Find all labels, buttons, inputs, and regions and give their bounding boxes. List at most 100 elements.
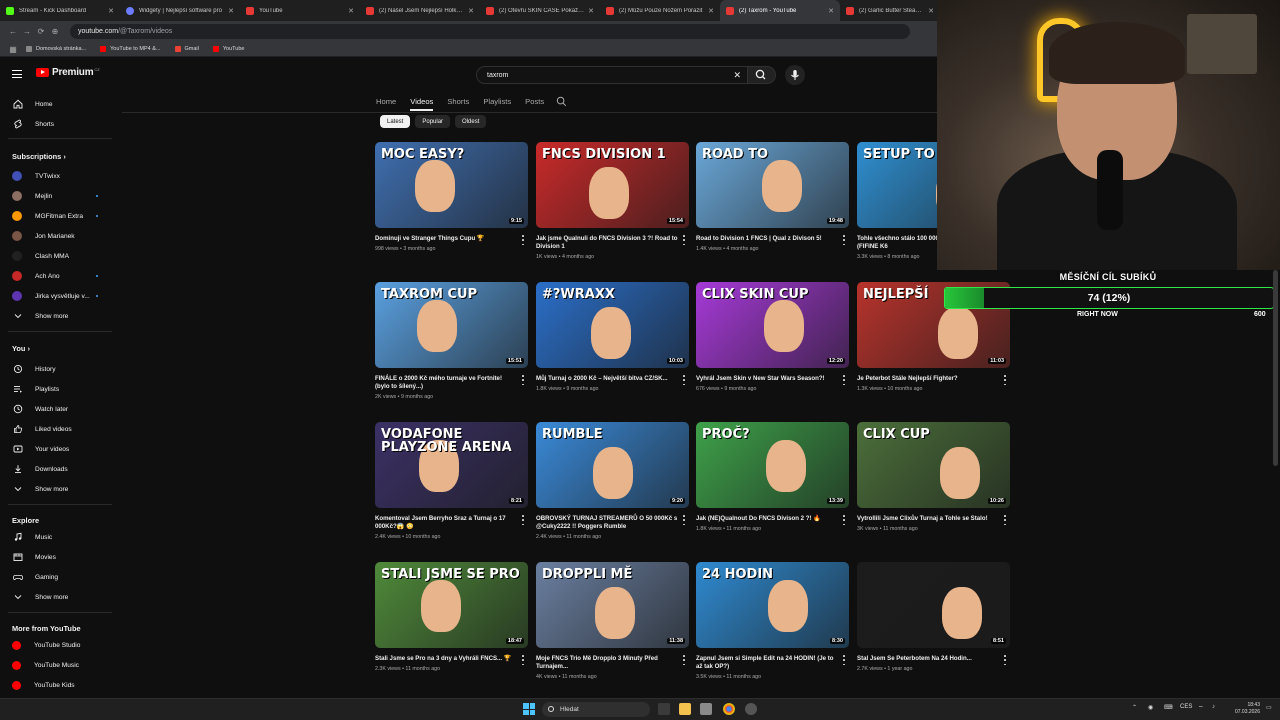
video-thumbnail[interactable]: STALI JSME SE PRO 18:47 — [375, 562, 528, 648]
clear-search-icon[interactable]: ✕ — [733, 70, 741, 81]
video-title[interactable]: Jak (NE)Qualnout Do FNCS Divison 2 ?! 🔥 — [696, 515, 838, 523]
browser-tab[interactable]: (2) Našel Jsem Nejlepší Holku v ✕ — [360, 0, 480, 21]
search-button[interactable] — [748, 66, 776, 84]
chip-oldest[interactable]: Oldest — [455, 115, 487, 128]
page-scrollbar[interactable] — [1273, 270, 1278, 466]
video-title[interactable]: Stali Jsme se Pro na 3 dny a Vyhráli FNC… — [375, 655, 517, 663]
video-title[interactable]: Jak jsme Qualnuli do FNCS Division 3 ?! … — [536, 235, 678, 251]
sidebar-item-shorts[interactable]: Shorts — [0, 115, 114, 133]
sidebar-item-gaming[interactable]: Gaming — [0, 568, 114, 586]
close-tab-icon[interactable]: ✕ — [708, 7, 714, 15]
youtube-logo[interactable]: Premium CZ — [36, 67, 100, 78]
more-options-icon[interactable] — [521, 515, 525, 525]
chevron-up-icon[interactable]: ⌃ — [1132, 704, 1137, 711]
store-icon[interactable] — [700, 703, 712, 715]
video-thumbnail[interactable]: DROPPLI MĚ 11:38 — [536, 562, 689, 648]
sidebar-item-youtube-music[interactable]: YouTube Music — [0, 656, 114, 674]
browser-tab[interactable]: Stream - Kick Dashboard ✕ — [0, 0, 120, 21]
tab-home[interactable]: Home — [376, 97, 396, 106]
subscription-item[interactable]: MGFitman Extra — [0, 207, 114, 225]
subscription-item[interactable]: Jirka vysvětluje v... — [0, 287, 114, 305]
you-heading[interactable]: You › — [12, 344, 30, 353]
site-info-icon[interactable]: ⊕ — [48, 27, 62, 36]
more-options-icon[interactable] — [521, 375, 525, 385]
tab-videos[interactable]: Videos — [410, 97, 434, 111]
close-tab-icon[interactable]: ✕ — [348, 7, 354, 15]
sidebar-item-home[interactable]: Home — [0, 95, 114, 113]
browser-tab[interactable]: (2) Garlic Butter Steaks an ✕ — [840, 0, 940, 21]
video-thumbnail[interactable]: RUMBLE 9:20 — [536, 422, 689, 508]
video-thumbnail[interactable]: VODAFONE PLAYZONE ARENA 8:21 — [375, 422, 528, 508]
browser-tab[interactable]: (2) Otevřu SKIN CASE Pokaždé ✕ — [480, 0, 600, 21]
video-card[interactable]: PROČ? 13:39 Jak (NE)Qualnout Do FNCS Divis… — [696, 422, 849, 532]
video-card[interactable]: 24 HODIN 8:30 Zapnul Jsem si Simple Edit n… — [696, 562, 849, 680]
chip-latest[interactable]: Latest — [380, 115, 411, 128]
bookmark-home[interactable]: Domovská stránka... — [26, 46, 86, 52]
you-show-more[interactable]: Show more — [0, 480, 114, 498]
video-card[interactable]: TAXROM CUP 15:51 FINÁLE o 2000 Kč mého tur… — [375, 282, 528, 400]
sidebar-item-your-videos[interactable]: Your videos — [0, 440, 114, 458]
subscription-item[interactable]: Ach Ano — [0, 267, 114, 285]
more-options-icon[interactable] — [682, 515, 686, 525]
close-tab-icon[interactable]: ✕ — [108, 7, 114, 15]
windows-start-icon[interactable] — [523, 703, 535, 715]
chrome-icon[interactable] — [723, 703, 735, 715]
clock[interactable]: 18:43 07.03.2026 — [1230, 702, 1260, 715]
close-tab-icon[interactable]: ✕ — [468, 7, 474, 15]
close-tab-icon[interactable]: ✕ — [828, 7, 834, 15]
video-thumbnail[interactable]: #?WRAXX 10:03 — [536, 282, 689, 368]
settings-icon[interactable] — [745, 703, 757, 715]
search-input[interactable]: taxrom ✕ — [476, 66, 748, 84]
sidebar-item-history[interactable]: History — [0, 360, 114, 378]
more-options-icon[interactable] — [682, 235, 686, 245]
notifications-icon[interactable]: ▭ — [1266, 704, 1272, 711]
subscriptions-show-more[interactable]: Show more — [0, 307, 114, 325]
video-title[interactable]: Můj Turnaj o 2000 Kč – Největší bitva CZ… — [536, 375, 678, 383]
sidebar-item-playlists[interactable]: Playlists — [0, 380, 114, 398]
video-card[interactable]: FNCS DIVISION 1 15:54 Jak jsme Qualnuli do… — [536, 142, 689, 260]
network-icon[interactable]: ◉ — [1148, 704, 1153, 711]
more-options-icon[interactable] — [521, 235, 525, 245]
video-card[interactable]: RUMBLE 9:20 OBROVSKÝ TURNAJ STREAMERŮ O 50… — [536, 422, 689, 540]
url-field[interactable]: youtube.com/@Taxrom/videos — [70, 24, 910, 39]
language-indicator[interactable]: CES — [1180, 704, 1192, 710]
sidebar-item-youtube-kids[interactable]: YouTube Kids — [0, 676, 114, 694]
video-title[interactable]: Zapnul Jsem si Simple Edit na 24 HODIN! … — [696, 655, 838, 671]
forward-icon[interactable]: → — [20, 27, 34, 36]
menu-icon[interactable] — [12, 70, 22, 78]
sidebar-item-youtube-studio[interactable]: YouTube Studio — [0, 636, 114, 654]
chip-popular[interactable]: Popular — [415, 115, 451, 128]
video-title[interactable]: Vyhrál Jsem Skin v New Star Wars Season?… — [696, 375, 838, 383]
explore-show-more[interactable]: Show more — [0, 588, 114, 606]
more-options-icon[interactable] — [1003, 655, 1007, 665]
video-thumbnail[interactable]: FNCS DIVISION 1 15:54 — [536, 142, 689, 228]
sidebar-item-watch-later[interactable]: Watch later — [0, 400, 114, 418]
video-card[interactable]: DROPPLI MĚ 11:38 Moje FNCS Trio Mě Dropplo… — [536, 562, 689, 680]
subscriptions-heading[interactable]: Subscriptions › — [12, 152, 66, 161]
video-thumbnail[interactable]: ROAD TO 19:48 — [696, 142, 849, 228]
bookmark-gmail[interactable]: Gmail — [174, 46, 199, 52]
video-thumbnail[interactable]: 24 HODIN 8:30 — [696, 562, 849, 648]
video-thumbnail[interactable]: MOC EASY? 9:15 — [375, 142, 528, 228]
wifi-icon[interactable]: ⌔ — [1198, 704, 1204, 712]
back-icon[interactable]: ← — [6, 27, 20, 36]
video-card[interactable]: #?WRAXX 10:03 Můj Turnaj o 2000 Kč – Nejvě… — [536, 282, 689, 392]
video-title[interactable]: Road to Division 1 FNCS | Qual z Divison… — [696, 235, 838, 243]
subscription-item[interactable]: TVTwixx — [0, 167, 114, 185]
video-thumbnail[interactable]: PROČ? 13:39 — [696, 422, 849, 508]
browser-tab[interactable]: (2) Můžu Pouze Nožem Porazit ✕ — [600, 0, 720, 21]
video-card[interactable]: MOC EASY? 9:15 Dominuji ve Stranger Things… — [375, 142, 528, 252]
video-thumbnail[interactable]: 8:51 — [857, 562, 1010, 648]
more-options-icon[interactable] — [842, 515, 846, 525]
browser-tab[interactable]: Widgety | Nejlepší software pro ✕ — [120, 0, 240, 21]
video-title[interactable]: Moje FNCS Trio Mě Dropplo 3 Minuty Před … — [536, 655, 678, 671]
reload-icon[interactable]: ⟳ — [34, 27, 48, 36]
subscription-item[interactable]: Jon Marianek — [0, 227, 114, 245]
video-title[interactable]: Vytrollili Jsme Clixův Turnaj a Tohle se… — [857, 515, 999, 523]
more-options-icon[interactable] — [842, 655, 846, 665]
tab-posts[interactable]: Posts — [525, 97, 544, 106]
close-tab-icon[interactable]: ✕ — [228, 7, 234, 15]
video-title[interactable]: FINÁLE o 2000 Kč mého turnaje ve Fortnit… — [375, 375, 517, 391]
video-card[interactable]: STALI JSME SE PRO 18:47 Stali Jsme se Pro … — [375, 562, 528, 672]
tab-playlists[interactable]: Playlists — [483, 97, 511, 106]
